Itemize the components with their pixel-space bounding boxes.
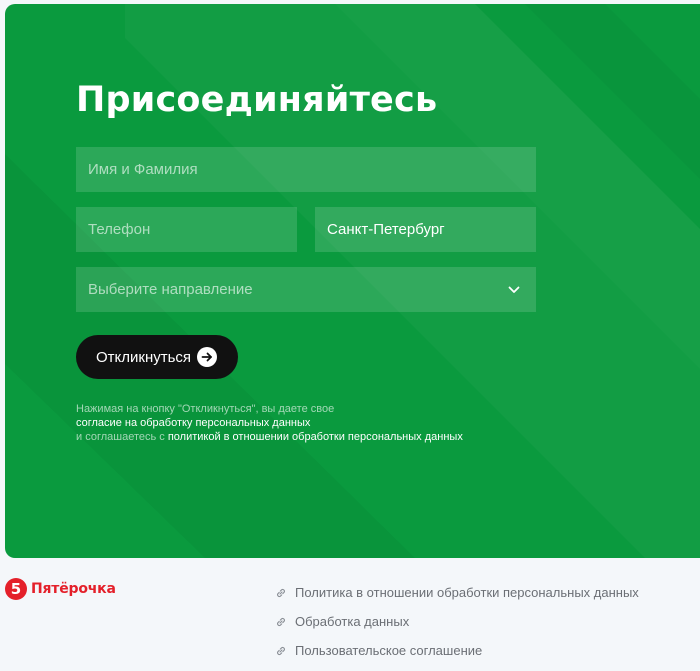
direction-select[interactable]: Выберите направление bbox=[76, 267, 536, 312]
page-title: Присоединяйтесь bbox=[76, 80, 438, 120]
submit-button[interactable]: Откликнуться bbox=[76, 335, 238, 379]
logo-mark: 5 bbox=[5, 578, 27, 600]
footer-link-data-processing[interactable]: Обработка данных bbox=[295, 614, 409, 629]
city-field[interactable] bbox=[315, 207, 536, 252]
consent-link[interactable]: согласие на обработку персональных данны… bbox=[76, 417, 310, 429]
privacy-policy-link[interactable]: политикой в отношении обработки персонал… bbox=[168, 431, 463, 443]
name-input[interactable] bbox=[88, 161, 524, 178]
footer-link-item: Политика в отношении обработки персональ… bbox=[275, 585, 639, 600]
consent-line-1: Нажимая на кнопку "Откликнуться", вы дае… bbox=[76, 403, 335, 415]
phone-input[interactable] bbox=[88, 221, 285, 238]
phone-field[interactable] bbox=[76, 207, 297, 252]
arrow-right-icon bbox=[197, 347, 217, 367]
link-icon bbox=[277, 617, 285, 626]
consent-line-3: и соглашаетесь с bbox=[76, 431, 168, 443]
logo-wordmark: Пятёрочка bbox=[31, 581, 116, 597]
link-icon bbox=[277, 588, 285, 597]
footer-link-privacy-policy[interactable]: Политика в отношении обработки персональ… bbox=[295, 585, 639, 600]
footer-links: Политика в отношении обработки персональ… bbox=[275, 585, 639, 671]
city-input[interactable] bbox=[327, 221, 524, 238]
footer-link-user-agreement[interactable]: Пользовательское соглашение bbox=[295, 643, 482, 658]
footer-link-item: Пользовательское соглашение bbox=[275, 643, 639, 658]
link-icon bbox=[277, 646, 285, 655]
direction-select-value: Выберите направление bbox=[88, 281, 253, 298]
join-form-section: Присоединяйтесь Выберите направление Отк… bbox=[5, 4, 700, 558]
name-field[interactable] bbox=[76, 147, 536, 192]
consent-text: Нажимая на кнопку "Откликнуться", вы дае… bbox=[76, 402, 463, 444]
footer-link-item: Обработка данных bbox=[275, 614, 639, 629]
submit-button-label: Откликнуться bbox=[96, 348, 192, 366]
chevron-down-icon bbox=[508, 286, 520, 293]
brand-logo[interactable]: 5 Пятёрочка bbox=[5, 578, 116, 600]
